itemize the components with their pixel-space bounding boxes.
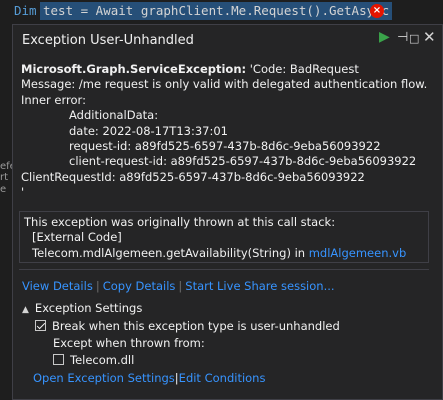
- module-checkbox-row[interactable]: Telecom.dll: [53, 353, 134, 367]
- exception-popup: Exception User-Unhandled ▶ ⊣ □ ✕ Microso…: [12, 24, 443, 400]
- date-value: date: 2022-08-17T13:37:01: [69, 123, 228, 138]
- copy-details-link[interactable]: Copy Details: [103, 279, 176, 293]
- highlighted-code[interactable]: test = Await graphClient.Me.Request().Ge…: [40, 2, 393, 20]
- close-icon[interactable]: ✕: [423, 28, 436, 46]
- module-checkbox-label: Telecom.dll: [70, 353, 135, 367]
- restore-icon[interactable]: □: [409, 32, 419, 45]
- exception-message: Message: /me request is only valid with …: [21, 77, 428, 92]
- external-code-frame: [External Code]: [32, 230, 122, 245]
- open-exception-settings-link[interactable]: Open Exception Settings: [33, 371, 175, 385]
- continue-icon[interactable]: ▶: [379, 29, 390, 45]
- frame-text: Telecom.mdlAlgemeen.getAvailability(Stri…: [32, 245, 309, 260]
- editor-fragment: rt: [0, 172, 9, 183]
- link-divider: |: [95, 279, 100, 293]
- exception-heading: Microsoft.Graph.ServiceException: 'Code:…: [21, 62, 434, 77]
- module-checkbox[interactable]: [53, 354, 64, 365]
- break-checkbox[interactable]: [35, 320, 46, 331]
- code-editor-line: Dim test = Await graphClient.Me.Request(…: [0, 0, 443, 22]
- client-request-id-main: ClientRequestId: a89fd525-6597-437b-8d6c…: [21, 169, 365, 184]
- break-checkbox-label: Break when this exception type is user-u…: [52, 319, 340, 333]
- trailing-quote: ': [21, 185, 25, 200]
- exception-details: Microsoft.Graph.ServiceException: 'Code:…: [21, 62, 434, 201]
- action-links: View Details | Copy Details | Start Live Sha…: [22, 279, 335, 293]
- pin-icon[interactable]: ⊣: [397, 30, 408, 45]
- request-id-value: request-id: a89fd525-6597-437b-8d6c-9eba…: [69, 139, 381, 154]
- call-stack-box: This exception was originally thrown at …: [19, 211, 429, 263]
- live-share-link[interactable]: Start Live Share session...: [185, 279, 334, 293]
- error-icon[interactable]: ×: [370, 4, 384, 18]
- exception-type: Microsoft.Graph.ServiceException:: [21, 62, 247, 76]
- dim-keyword: Dim: [14, 3, 37, 18]
- view-details-link[interactable]: View Details: [22, 279, 93, 293]
- editor-fragment: e: [0, 184, 7, 195]
- inner-error-label: Inner error:: [21, 92, 86, 107]
- client-request-id-value: client-request-id: a89fd525-6597-437b-8d…: [69, 154, 417, 169]
- exception-code: 'Code: BadRequest: [246, 62, 359, 76]
- collapse-arrow-icon[interactable]: ▲: [22, 305, 29, 315]
- settings-links: Open Exception Settings|Edit Conditions: [33, 371, 265, 385]
- except-label: Except when thrown from:: [53, 336, 205, 350]
- break-checkbox-row[interactable]: Break when this exception type is user-u…: [35, 319, 340, 333]
- call-stack-header: This exception was originally thrown at …: [24, 215, 336, 229]
- popup-title: Exception User-Unhandled: [22, 33, 194, 48]
- divider: [19, 269, 429, 270]
- source-file-link[interactable]: mdlAlgemeen.vb: [309, 246, 407, 260]
- edit-conditions-link[interactable]: Edit Conditions: [179, 371, 266, 385]
- call-stack-frame: Telecom.mdlAlgemeen.getAvailability(Stri…: [24, 246, 424, 261]
- link-divider: |: [178, 279, 183, 293]
- exception-settings-header[interactable]: ▲ Exception Settings: [22, 301, 142, 315]
- exception-settings-label: Exception Settings: [34, 301, 143, 315]
- additional-data-label: AdditionalData:: [69, 108, 159, 123]
